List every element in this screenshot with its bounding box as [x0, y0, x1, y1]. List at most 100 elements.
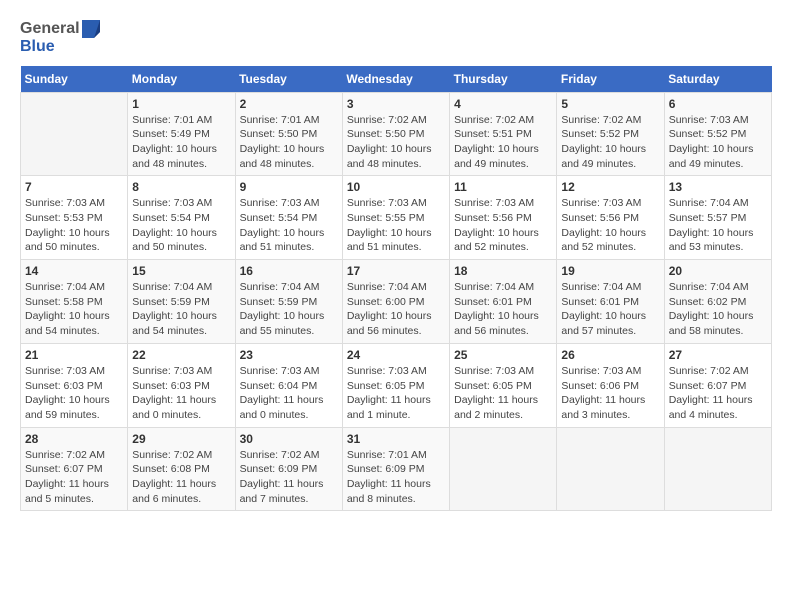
day-info: Sunrise: 7:02 AM Sunset: 6:07 PM Dayligh…: [669, 364, 767, 423]
header-sunday: Sunday: [21, 66, 128, 93]
day-number: 29: [132, 432, 230, 446]
day-number: 2: [240, 97, 338, 111]
day-number: 26: [561, 348, 659, 362]
day-info: Sunrise: 7:02 AM Sunset: 5:50 PM Dayligh…: [347, 113, 445, 172]
calendar-cell: 15Sunrise: 7:04 AM Sunset: 5:59 PM Dayli…: [128, 260, 235, 344]
day-number: 9: [240, 180, 338, 194]
day-number: 3: [347, 97, 445, 111]
calendar-cell: 27 Sunrise: 7:02 AM Sunset: 6:07 PM Dayli…: [664, 343, 771, 427]
day-info: Sunrise: 7:04 AM Sunset: 6:01 PM Dayligh…: [561, 280, 659, 339]
calendar-cell: 4Sunrise: 7:02 AM Sunset: 5:51 PM Daylig…: [450, 92, 557, 176]
page-header: General Blue: [20, 20, 772, 56]
logo-general: General: [20, 20, 80, 38]
calendar-cell: 28 Sunrise: 7:02 AM Sunset: 6:07 PM Dayli…: [21, 427, 128, 511]
day-number: 21: [25, 348, 123, 362]
day-number: 7: [25, 180, 123, 194]
day-number: 5: [561, 97, 659, 111]
calendar-cell: 21 Sunrise: 7:03 AM Sunset: 6:03 PM Dayli…: [21, 343, 128, 427]
day-info: Sunrise: 7:01 AM Sunset: 5:50 PM Dayligh…: [240, 113, 338, 172]
day-number: 13: [669, 180, 767, 194]
header-monday: Monday: [128, 66, 235, 93]
calendar-cell: [557, 427, 664, 511]
day-info: Sunrise: 7:02 AM Sunset: 5:51 PM Dayligh…: [454, 113, 552, 172]
calendar-cell: 20 Sunrise: 7:04 AM Sunset: 6:02 PM Dayli…: [664, 260, 771, 344]
day-info: Sunrise: 7:02 AM Sunset: 6:07 PM Dayligh…: [25, 448, 123, 507]
day-number: 20: [669, 264, 767, 278]
calendar-cell: [21, 92, 128, 176]
day-info: Sunrise: 7:04 AM Sunset: 5:58 PM Dayligh…: [25, 280, 123, 339]
header-thursday: Thursday: [450, 66, 557, 93]
day-number: 6: [669, 97, 767, 111]
day-number: 1: [132, 97, 230, 111]
calendar-cell: 6 Sunrise: 7:03 AM Sunset: 5:52 PM Daylig…: [664, 92, 771, 176]
logo-icon: [82, 20, 100, 38]
day-number: 19: [561, 264, 659, 278]
calendar-cell: 10Sunrise: 7:03 AM Sunset: 5:55 PM Dayli…: [342, 176, 449, 260]
day-number: 28: [25, 432, 123, 446]
day-number: 27: [669, 348, 767, 362]
calendar-cell: 26 Sunrise: 7:03 AM Sunset: 6:06 PM Dayli…: [557, 343, 664, 427]
day-number: 24: [347, 348, 445, 362]
day-info: Sunrise: 7:01 AM Sunset: 6:09 PM Dayligh…: [347, 448, 445, 507]
calendar-week-5: 28 Sunrise: 7:02 AM Sunset: 6:07 PM Dayli…: [21, 427, 772, 511]
day-info: Sunrise: 7:04 AM Sunset: 5:57 PM Dayligh…: [669, 196, 767, 255]
calendar-cell: 19 Sunrise: 7:04 AM Sunset: 6:01 PM Dayli…: [557, 260, 664, 344]
day-info: Sunrise: 7:02 AM Sunset: 6:08 PM Dayligh…: [132, 448, 230, 507]
day-info: Sunrise: 7:03 AM Sunset: 5:56 PM Dayligh…: [454, 196, 552, 255]
day-number: 11: [454, 180, 552, 194]
day-info: Sunrise: 7:03 AM Sunset: 5:56 PM Dayligh…: [561, 196, 659, 255]
calendar-cell: 31Sunrise: 7:01 AM Sunset: 6:09 PM Dayli…: [342, 427, 449, 511]
calendar-cell: 17Sunrise: 7:04 AM Sunset: 6:00 PM Dayli…: [342, 260, 449, 344]
day-info: Sunrise: 7:02 AM Sunset: 5:52 PM Dayligh…: [561, 113, 659, 172]
calendar-header-row: SundayMondayTuesdayWednesdayThursdayFrid…: [21, 66, 772, 93]
day-info: Sunrise: 7:03 AM Sunset: 5:53 PM Dayligh…: [25, 196, 123, 255]
day-info: Sunrise: 7:03 AM Sunset: 6:05 PM Dayligh…: [454, 364, 552, 423]
calendar-cell: 2 Sunrise: 7:01 AM Sunset: 5:50 PM Daylig…: [235, 92, 342, 176]
calendar-cell: 16Sunrise: 7:04 AM Sunset: 5:59 PM Dayli…: [235, 260, 342, 344]
calendar-week-4: 21 Sunrise: 7:03 AM Sunset: 6:03 PM Dayli…: [21, 343, 772, 427]
day-info: Sunrise: 7:03 AM Sunset: 5:54 PM Dayligh…: [240, 196, 338, 255]
header-friday: Friday: [557, 66, 664, 93]
calendar-cell: 13 Sunrise: 7:04 AM Sunset: 5:57 PM Dayli…: [664, 176, 771, 260]
day-info: Sunrise: 7:03 AM Sunset: 5:52 PM Dayligh…: [669, 113, 767, 172]
calendar-table: SundayMondayTuesdayWednesdayThursdayFrid…: [20, 66, 772, 512]
calendar-cell: 11 Sunrise: 7:03 AM Sunset: 5:56 PM Dayli…: [450, 176, 557, 260]
day-info: Sunrise: 7:01 AM Sunset: 5:49 PM Dayligh…: [132, 113, 230, 172]
calendar-cell: 30 Sunrise: 7:02 AM Sunset: 6:09 PM Dayli…: [235, 427, 342, 511]
calendar-cell: 24 Sunrise: 7:03 AM Sunset: 6:05 PM Dayli…: [342, 343, 449, 427]
calendar-cell: 18 Sunrise: 7:04 AM Sunset: 6:01 PM Dayli…: [450, 260, 557, 344]
day-number: 17: [347, 264, 445, 278]
day-number: 30: [240, 432, 338, 446]
day-number: 12: [561, 180, 659, 194]
day-info: Sunrise: 7:03 AM Sunset: 6:05 PM Dayligh…: [347, 364, 445, 423]
calendar-cell: 12 Sunrise: 7:03 AM Sunset: 5:56 PM Dayli…: [557, 176, 664, 260]
calendar-cell: 3 Sunrise: 7:02 AM Sunset: 5:50 PM Daylig…: [342, 92, 449, 176]
day-info: Sunrise: 7:03 AM Sunset: 6:04 PM Dayligh…: [240, 364, 338, 423]
day-number: 14: [25, 264, 123, 278]
calendar-cell: 7 Sunrise: 7:03 AM Sunset: 5:53 PM Daylig…: [21, 176, 128, 260]
day-number: 16: [240, 264, 338, 278]
calendar-cell: [664, 427, 771, 511]
day-number: 10: [347, 180, 445, 194]
logo-blue: Blue: [20, 38, 100, 56]
day-number: 23: [240, 348, 338, 362]
header-saturday: Saturday: [664, 66, 771, 93]
day-info: Sunrise: 7:02 AM Sunset: 6:09 PM Dayligh…: [240, 448, 338, 507]
calendar-cell: 8Sunrise: 7:03 AM Sunset: 5:54 PM Daylig…: [128, 176, 235, 260]
day-number: 8: [132, 180, 230, 194]
calendar-week-3: 14 Sunrise: 7:04 AM Sunset: 5:58 PM Dayli…: [21, 260, 772, 344]
calendar-week-1: 1 Sunrise: 7:01 AM Sunset: 5:49 PM Daylig…: [21, 92, 772, 176]
calendar-cell: 23 Sunrise: 7:03 AM Sunset: 6:04 PM Dayli…: [235, 343, 342, 427]
day-info: Sunrise: 7:04 AM Sunset: 6:02 PM Dayligh…: [669, 280, 767, 339]
day-info: Sunrise: 7:03 AM Sunset: 6:03 PM Dayligh…: [25, 364, 123, 423]
calendar-cell: [450, 427, 557, 511]
calendar-cell: 1 Sunrise: 7:01 AM Sunset: 5:49 PM Daylig…: [128, 92, 235, 176]
day-info: Sunrise: 7:03 AM Sunset: 6:06 PM Dayligh…: [561, 364, 659, 423]
day-info: Sunrise: 7:03 AM Sunset: 6:03 PM Dayligh…: [132, 364, 230, 423]
header-tuesday: Tuesday: [235, 66, 342, 93]
day-number: 18: [454, 264, 552, 278]
day-info: Sunrise: 7:04 AM Sunset: 6:01 PM Dayligh…: [454, 280, 552, 339]
calendar-cell: 29 Sunrise: 7:02 AM Sunset: 6:08 PM Dayli…: [128, 427, 235, 511]
calendar-cell: 22Sunrise: 7:03 AM Sunset: 6:03 PM Dayli…: [128, 343, 235, 427]
day-info: Sunrise: 7:04 AM Sunset: 5:59 PM Dayligh…: [132, 280, 230, 339]
